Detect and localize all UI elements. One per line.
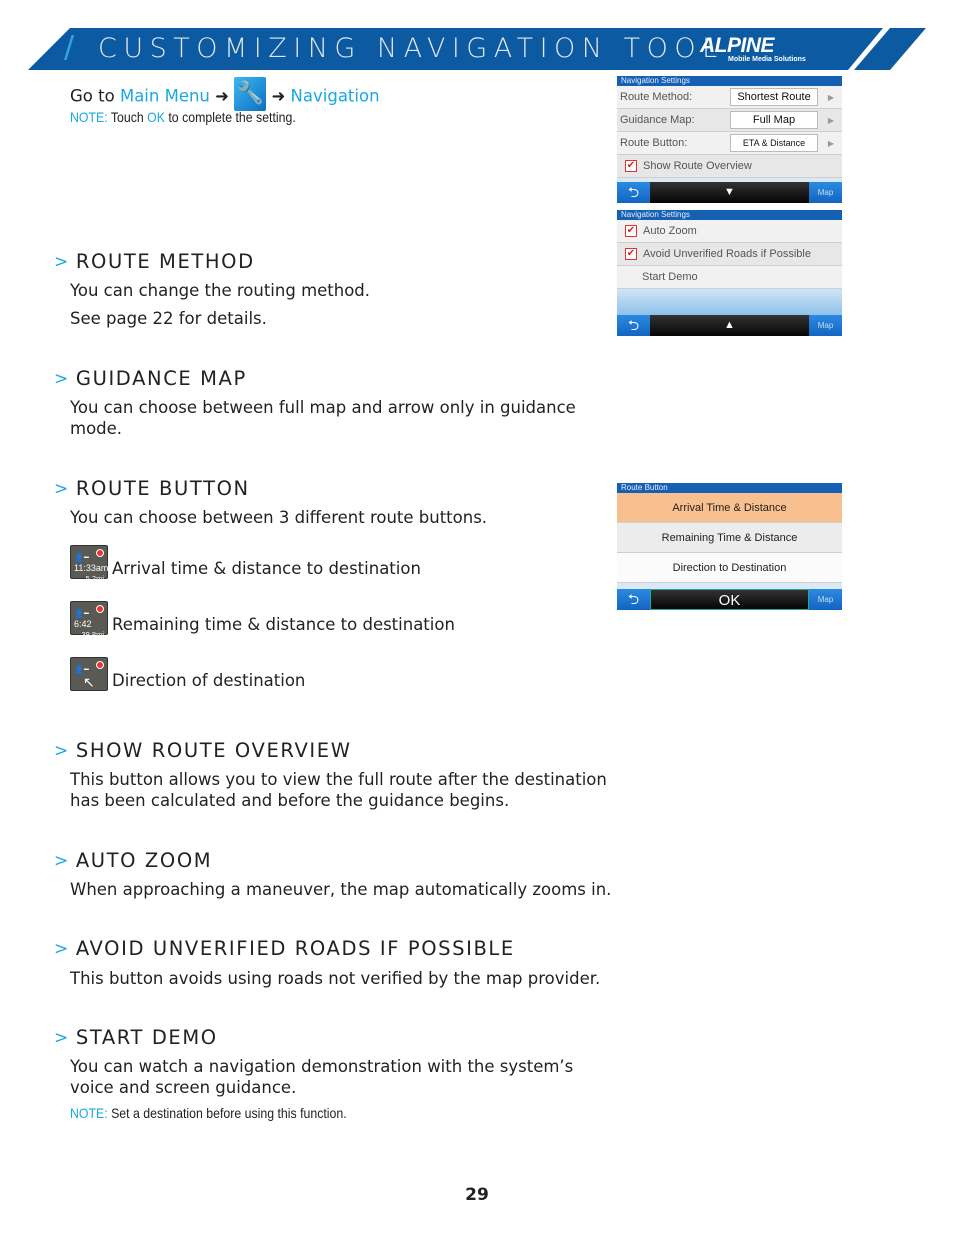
arrow-right-icon: ▶ — [827, 92, 834, 102]
slash-decoration: / — [64, 30, 75, 65]
route-method-value[interactable]: Shortest Route — [730, 88, 818, 106]
section-body: You can watch a navigation demonstration… — [70, 1057, 574, 1097]
demo-note: NOTE: Set a destination before using thi… — [70, 1105, 347, 1121]
option-arrival-time[interactable]: Arrival Time & Distance — [617, 493, 842, 523]
arrow-icon: ➜ — [271, 86, 286, 106]
route-button-option: 👤━ 6:42 39.8mi Remaining time & distance to… — [70, 601, 455, 639]
logo-tagline: Mobile Media Solutions — [728, 56, 806, 63]
chevron-right-icon: > — [54, 1028, 70, 1048]
wrench-icon: 🔧 — [234, 77, 267, 111]
avoid-unverified-checkbox[interactable]: ✔ Avoid Unverified Roads if Possible — [617, 243, 842, 266]
section-heading: > START DEMO — [54, 1026, 218, 1049]
section-body: This button avoids using roads not verif… — [70, 969, 601, 988]
map-button[interactable]: Map — [809, 182, 842, 203]
chevron-right-icon: > — [54, 369, 70, 389]
scroll-down-button[interactable]: ▼ — [650, 182, 809, 203]
nav-settings-screen-1: Navigation Settings Route Method: Shortes… — [617, 76, 842, 203]
note-label: NOTE: — [70, 1105, 108, 1121]
map-button[interactable]: Map — [809, 315, 842, 336]
arrow-right-icon: ▶ — [827, 115, 834, 125]
route-button-row[interactable]: Route Button: ETA & Distance ▶ — [617, 132, 842, 155]
screen-header: Navigation Settings — [617, 210, 842, 220]
show-route-overview-checkbox[interactable]: ✔ Show Route Overview — [617, 155, 842, 178]
alpine-logo: ALPINE — [700, 34, 775, 57]
section-heading: > ROUTE METHOD — [54, 250, 255, 273]
route-button-screen: Route Button Arrival Time & Distance Rem… — [617, 483, 842, 610]
route-button-value[interactable]: ETA & Distance — [730, 134, 818, 152]
nav-settings-screen-2: Navigation Settings ✔ Auto Zoom ✔ Avoid Un… — [617, 210, 842, 336]
back-button[interactable]: ⮌ — [617, 589, 650, 610]
arrow-right-icon: ▶ — [827, 138, 834, 148]
note-label: NOTE: — [70, 109, 108, 125]
route-button-icon-remaining: 👤━ 6:42 39.8mi — [70, 601, 108, 639]
page-number: 29 — [465, 1185, 489, 1205]
note-text: Touch — [110, 109, 144, 125]
scroll-up-button[interactable]: ▲ — [650, 315, 809, 336]
section-body: See page 22 for details. — [70, 309, 267, 328]
navigation-link: Navigation — [290, 86, 380, 106]
ok-button[interactable]: OK — [650, 589, 809, 610]
route-button-icon-arrival: 👤━ 11:33am 5.2mi — [70, 545, 108, 583]
section-heading: > AVOID UNVERIFIED ROADS IF POSSIBLE — [54, 937, 515, 960]
section-body: This button allows you to view the full … — [70, 770, 607, 810]
section-body: You can choose between 3 different route… — [70, 508, 488, 527]
checkbox-checked-icon: ✔ — [625, 225, 637, 237]
guidance-map-value[interactable]: Full Map — [730, 111, 818, 129]
section-heading: > GUIDANCE MAP — [54, 367, 247, 390]
checkbox-checked-icon: ✔ — [625, 160, 637, 172]
go-to-text: Go to — [70, 86, 115, 106]
screen-header: Navigation Settings — [617, 76, 842, 86]
note-ok: OK — [147, 109, 165, 125]
auto-zoom-checkbox[interactable]: ✔ Auto Zoom — [617, 220, 842, 243]
back-button[interactable]: ⮌ — [617, 315, 650, 336]
section-body: You can choose between full map and arro… — [70, 398, 576, 438]
page-title: CUSTOMIZING NAVIGATION TOOL — [98, 33, 724, 64]
guidance-map-row[interactable]: Guidance Map: Full Map ▶ — [617, 109, 842, 132]
back-button[interactable]: ⮌ — [617, 182, 650, 203]
note-text: to complete the setting. — [168, 109, 296, 125]
map-button[interactable]: Map — [809, 589, 842, 610]
route-method-row[interactable]: Route Method: Shortest Route ▶ — [617, 86, 842, 109]
section-heading: > SHOW ROUTE OVERVIEW — [54, 739, 352, 762]
section-heading: > AUTO ZOOM — [54, 849, 213, 872]
section-heading: > ROUTE BUTTON — [54, 477, 250, 500]
option-remaining-time[interactable]: Remaining Time & Distance — [617, 523, 842, 553]
option-direction[interactable]: Direction to Destination — [617, 553, 842, 583]
chevron-right-icon: > — [54, 851, 70, 871]
route-button-icon-direction: 👤━ ↖ — [70, 657, 108, 691]
screen-header: Route Button — [617, 483, 842, 493]
main-menu-link: Main Menu — [119, 86, 210, 106]
section-body: You can change the routing method. — [70, 281, 371, 300]
intro-note: NOTE: Touch OK to complete the setting. — [70, 109, 296, 125]
arrow-icon: ➜ — [215, 86, 229, 106]
route-button-option: 👤━ ↖ Direction of destination — [70, 657, 305, 691]
note-text: Set a destination before using this func… — [111, 1105, 347, 1121]
checkbox-checked-icon: ✔ — [625, 248, 637, 260]
start-demo-button[interactable]: Start Demo — [617, 266, 842, 289]
chevron-right-icon: > — [54, 479, 70, 499]
chevron-right-icon: > — [54, 252, 70, 272]
route-button-option: 👤━ 11:33am 5.2mi Arrival time & distance to… — [70, 545, 421, 583]
chevron-right-icon: > — [54, 741, 70, 761]
section-body: When approaching a maneuver, the map aut… — [70, 880, 612, 899]
chevron-right-icon: > — [54, 939, 70, 959]
